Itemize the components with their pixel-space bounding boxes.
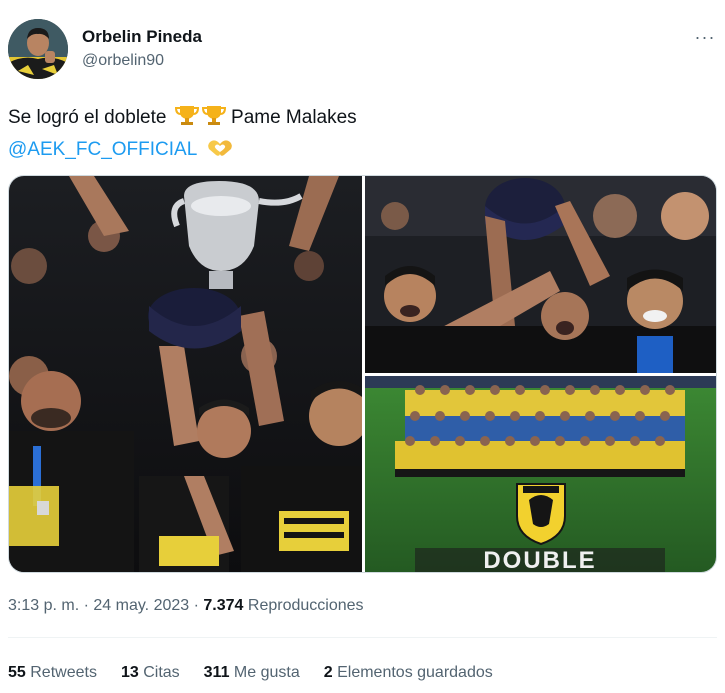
tweet-stats: 55 Retweets 13 Citas 311 Me gusta 2 Elem… xyxy=(8,664,517,682)
tweet-text-main: Se logró el doblete xyxy=(8,107,167,128)
quotes-stat[interactable]: 13 Citas xyxy=(121,664,180,682)
tweet-text-line-2: @AEK_FC_OFFICIAL xyxy=(8,135,357,167)
retweets-stat[interactable]: 55 Retweets xyxy=(8,664,97,682)
likes-label: Me gusta xyxy=(233,664,300,681)
author-handle[interactable]: @orbelin90 xyxy=(82,52,164,70)
tweet-meta: 3:13 p. m. · 24 may. 2023 · 7.374 Reprod… xyxy=(8,597,364,615)
tweet-card: Orbelin Pineda @orbelin90 ··· Se logró e… xyxy=(0,0,725,693)
photo-players-celebrating[interactable] xyxy=(365,176,716,373)
quotes-label: Citas xyxy=(143,664,180,681)
media-grid: DOUBLE xyxy=(8,175,717,573)
retweets-label: Retweets xyxy=(30,664,97,681)
bookmarks-stat[interactable]: 2 Elementos guardados xyxy=(324,664,493,682)
heart-hands-emoji-icon xyxy=(207,138,233,167)
retweets-count: 55 xyxy=(8,664,26,681)
avatar[interactable] xyxy=(8,19,68,79)
author-name[interactable]: Orbelin Pineda xyxy=(82,27,202,47)
divider xyxy=(8,637,717,638)
bookmarks-label: Elementos guardados xyxy=(337,664,493,681)
views-label: Reproducciones xyxy=(247,597,364,614)
meta-separator: · xyxy=(193,597,199,614)
tweet-date[interactable]: 24 may. 2023 xyxy=(93,597,189,614)
likes-stat[interactable]: 311 Me gusta xyxy=(204,664,300,682)
more-icon[interactable]: ··· xyxy=(690,22,720,52)
likes-count: 311 xyxy=(203,664,230,681)
mention-link[interactable]: @AEK_FC_OFFICIAL xyxy=(8,139,197,160)
tweet-time[interactable]: 3:13 p. m. xyxy=(8,597,79,614)
views-count: 7.374 xyxy=(203,597,244,614)
quotes-count: 13 xyxy=(120,664,139,681)
double-banner-text: DOUBLE xyxy=(483,547,596,572)
tweet-text-line-1: Se logró el doblete Pame Malakes xyxy=(8,103,357,135)
tweet-text-suffix: Pame Malakes xyxy=(231,107,357,128)
photo-celebration-trophy[interactable] xyxy=(9,176,362,572)
bookmarks-count: 2 xyxy=(323,664,333,681)
photo-team-double-banner[interactable]: DOUBLE xyxy=(365,376,716,572)
tweet-text: Se logró el doblete Pame Malakes @AEK_FC… xyxy=(8,103,357,167)
trophy-emoji-icon xyxy=(174,104,199,135)
meta-separator: · xyxy=(83,597,89,614)
trophy-emoji-icon xyxy=(201,104,226,135)
